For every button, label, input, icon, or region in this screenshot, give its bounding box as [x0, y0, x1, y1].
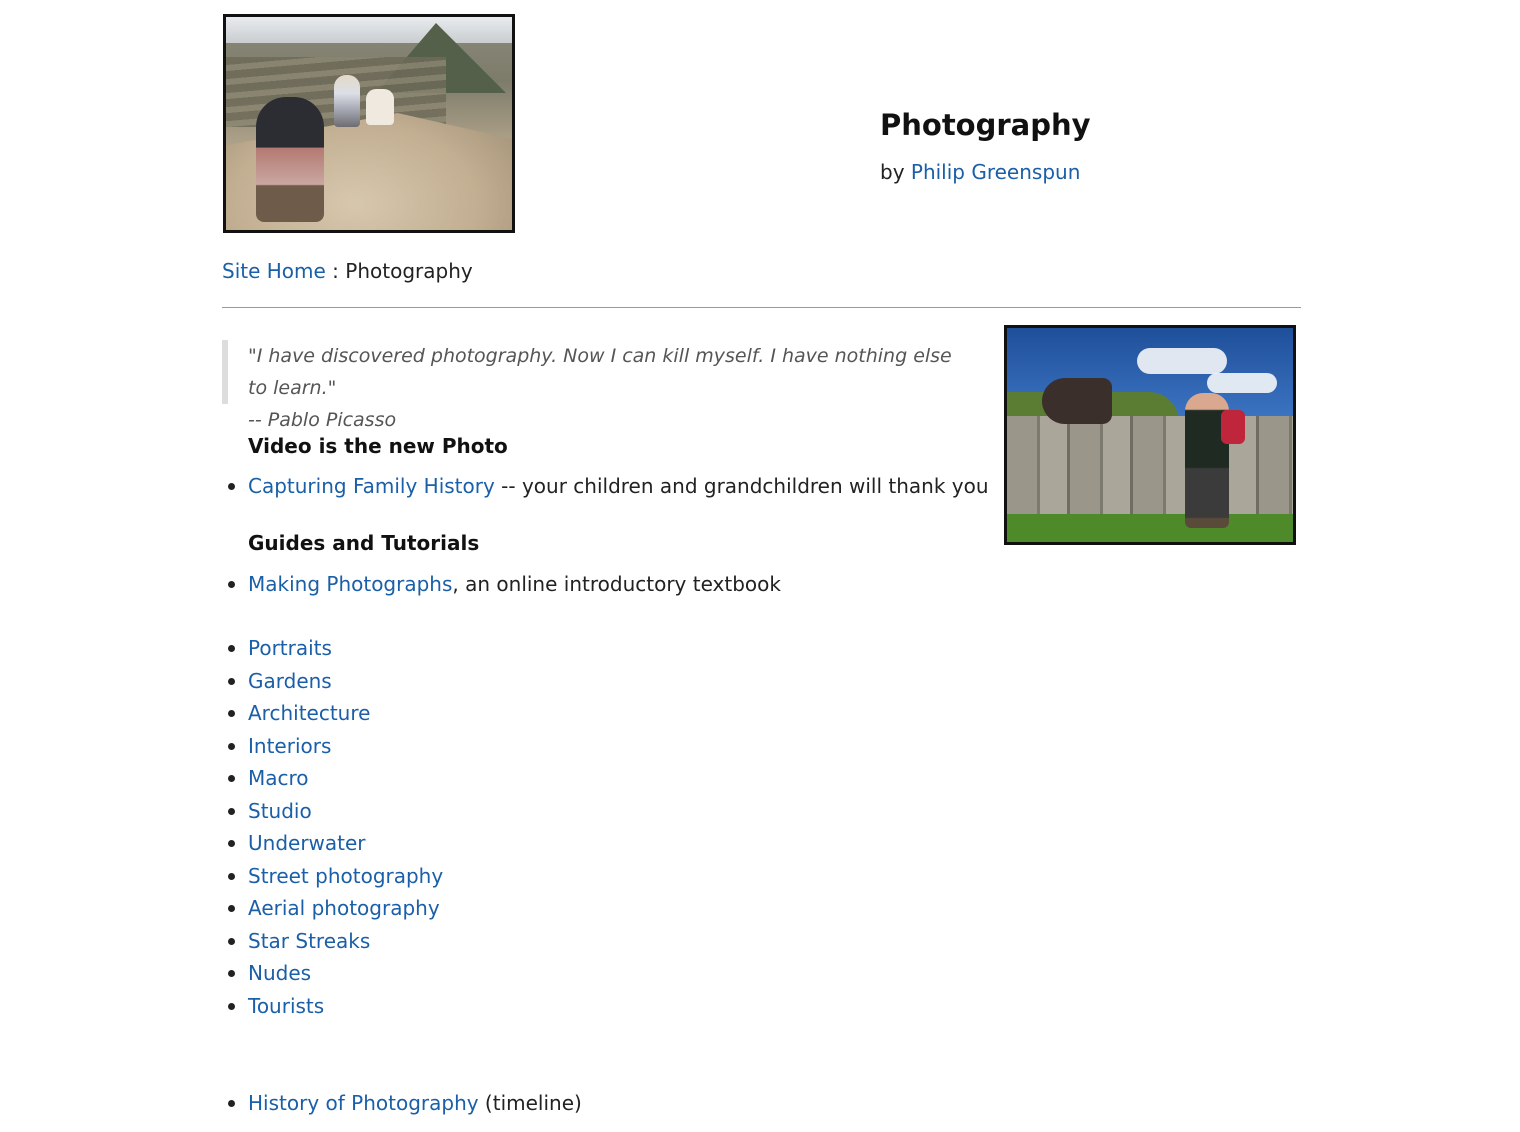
- list-item: Studio: [222, 795, 443, 828]
- breadcrumb-separator: :: [325, 259, 346, 283]
- topic-link-portraits[interactable]: Portraits: [248, 636, 332, 660]
- topic-link-studio[interactable]: Studio: [248, 799, 312, 823]
- topic-link-macro[interactable]: Macro: [248, 766, 309, 790]
- list-item: Architecture: [222, 697, 443, 730]
- list-item-suffix: -- your children and grandchildren will …: [494, 474, 989, 498]
- topic-link-street-photography[interactable]: Street photography: [248, 864, 443, 888]
- topic-link-gardens[interactable]: Gardens: [248, 669, 332, 693]
- list-item-suffix: (timeline): [478, 1091, 582, 1115]
- topic-link-tourists[interactable]: Tourists: [248, 994, 324, 1018]
- list-item: Interiors: [222, 730, 443, 763]
- list-item: History of Photography (timeline): [222, 1087, 582, 1120]
- topic-link-nudes[interactable]: Nudes: [248, 961, 311, 985]
- guides-list: Making Photographs, an online introducto…: [222, 568, 781, 601]
- list-item: Aerial photography: [222, 892, 443, 925]
- side-photo: [1004, 325, 1296, 545]
- quote-attribution: -- Pablo Picasso: [248, 409, 397, 431]
- list-item: Underwater: [222, 827, 443, 860]
- list-item: Star Streaks: [222, 925, 443, 958]
- guides-section-heading: Guides and Tutorials: [248, 531, 480, 555]
- topic-link-star-streaks[interactable]: Star Streaks: [248, 929, 370, 953]
- list-item: Making Photographs, an online introducto…: [222, 568, 781, 601]
- list-item-suffix: , an online introductory textbook: [452, 572, 781, 596]
- topic-link-interiors[interactable]: Interiors: [248, 734, 331, 758]
- header-photo: [223, 14, 515, 233]
- list-item: Tourists: [222, 990, 443, 1023]
- topic-link-underwater[interactable]: Underwater: [248, 831, 366, 855]
- list-item: Macro: [222, 762, 443, 795]
- list-item: Gardens: [222, 665, 443, 698]
- quote: "I have discovered photography. Now I ca…: [222, 340, 972, 431]
- breadcrumb-home-link[interactable]: Site Home: [222, 259, 326, 283]
- list-item: Nudes: [222, 957, 443, 990]
- page-title: Photography: [880, 108, 1091, 142]
- capturing-family-history-link[interactable]: Capturing Family History: [248, 474, 495, 498]
- list-item: Capturing Family History -- your childre…: [222, 470, 989, 503]
- history-of-photography-link[interactable]: History of Photography: [248, 1091, 479, 1115]
- list-item: Portraits: [222, 632, 443, 665]
- breadcrumb-current: Photography: [345, 259, 473, 283]
- history-list: History of Photography (timeline): [222, 1087, 582, 1120]
- topics-list: Portraits Gardens Architecture Interiors…: [222, 632, 443, 1022]
- making-photographs-link[interactable]: Making Photographs: [248, 572, 452, 596]
- topic-link-architecture[interactable]: Architecture: [248, 701, 370, 725]
- author-link[interactable]: Philip Greenspun: [911, 160, 1081, 184]
- byline: by Philip Greenspun: [880, 160, 1080, 184]
- list-item: Street photography: [222, 860, 443, 893]
- quote-text: "I have discovered photography. Now I ca…: [248, 345, 952, 399]
- topic-link-aerial-photography[interactable]: Aerial photography: [248, 896, 440, 920]
- video-section-heading: Video is the new Photo: [248, 434, 508, 458]
- video-list: Capturing Family History -- your childre…: [222, 470, 989, 503]
- byline-prefix: by: [880, 160, 905, 184]
- breadcrumb: Site Home : Photography: [222, 259, 473, 283]
- horizontal-rule: [222, 307, 1301, 308]
